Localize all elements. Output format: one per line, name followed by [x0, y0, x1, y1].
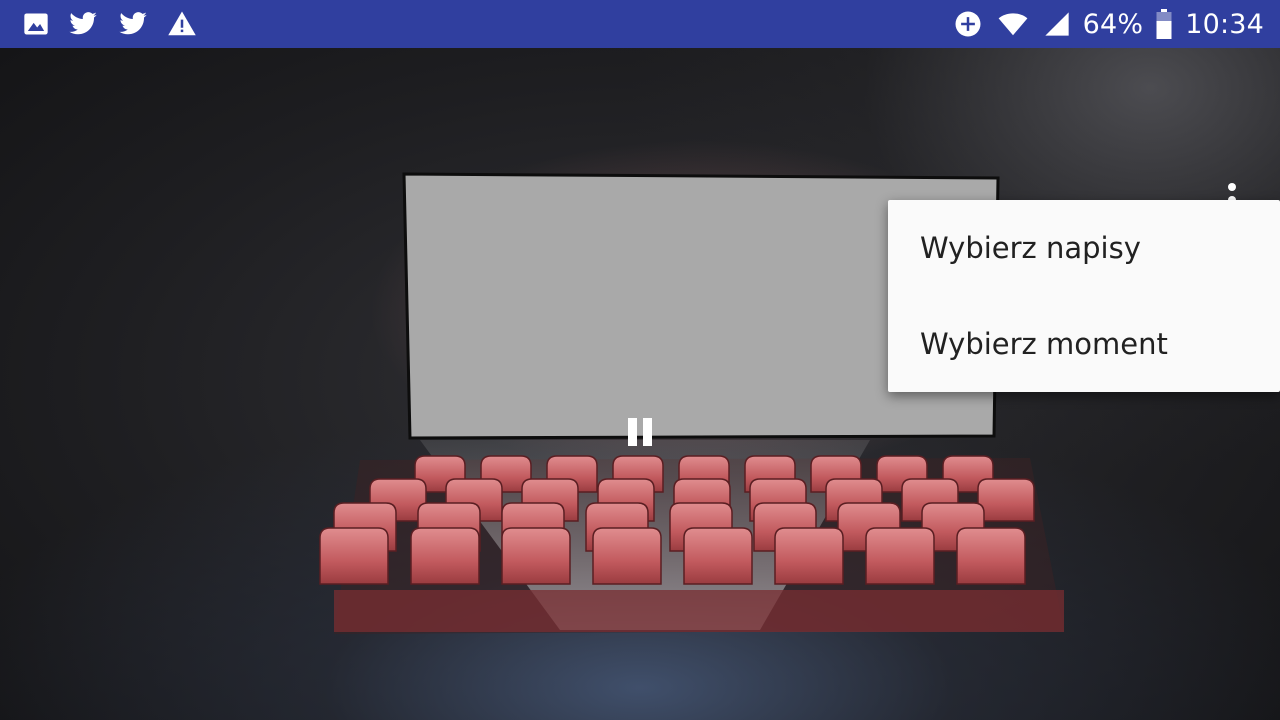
cinema-seat: [501, 527, 571, 585]
cinema-seat: [683, 527, 753, 585]
cinema-seat: [956, 527, 1026, 585]
clock: 10:34: [1185, 8, 1264, 40]
image-icon: [24, 13, 48, 35]
status-bar: 64% 10:34: [0, 0, 1280, 48]
battery-percent: 64%: [1082, 8, 1144, 40]
pause-icon-bar: [643, 418, 652, 446]
seat-rows: [319, 455, 1064, 632]
data-saver-icon: [955, 11, 981, 37]
twitter-icon: [119, 12, 147, 35]
cinema-seat: [977, 478, 1035, 522]
notification-icons: [22, 8, 198, 40]
system-icons: 64% 10:34: [953, 8, 1264, 40]
cinema-seat: [319, 527, 389, 585]
wifi-icon: [998, 13, 1027, 36]
cinema-seat: [865, 527, 935, 585]
seat-base: [334, 590, 1064, 632]
cinema-seat: [774, 527, 844, 585]
overflow-menu: Wybierz napisy Wybierz moment: [888, 200, 1280, 392]
menu-item-select-subtitles[interactable]: Wybierz napisy: [888, 200, 1280, 296]
cinema-seat: [592, 527, 662, 585]
battery-icon: [1156, 9, 1172, 39]
pause-icon: [628, 418, 637, 446]
twitter-icon: [69, 12, 97, 35]
menu-item-select-moment[interactable]: Wybierz moment: [888, 296, 1280, 392]
pause-button[interactable]: [620, 406, 660, 458]
warning-icon: [168, 11, 196, 36]
cinema-seat: [410, 527, 480, 585]
cellular-signal-icon: [1044, 12, 1069, 36]
